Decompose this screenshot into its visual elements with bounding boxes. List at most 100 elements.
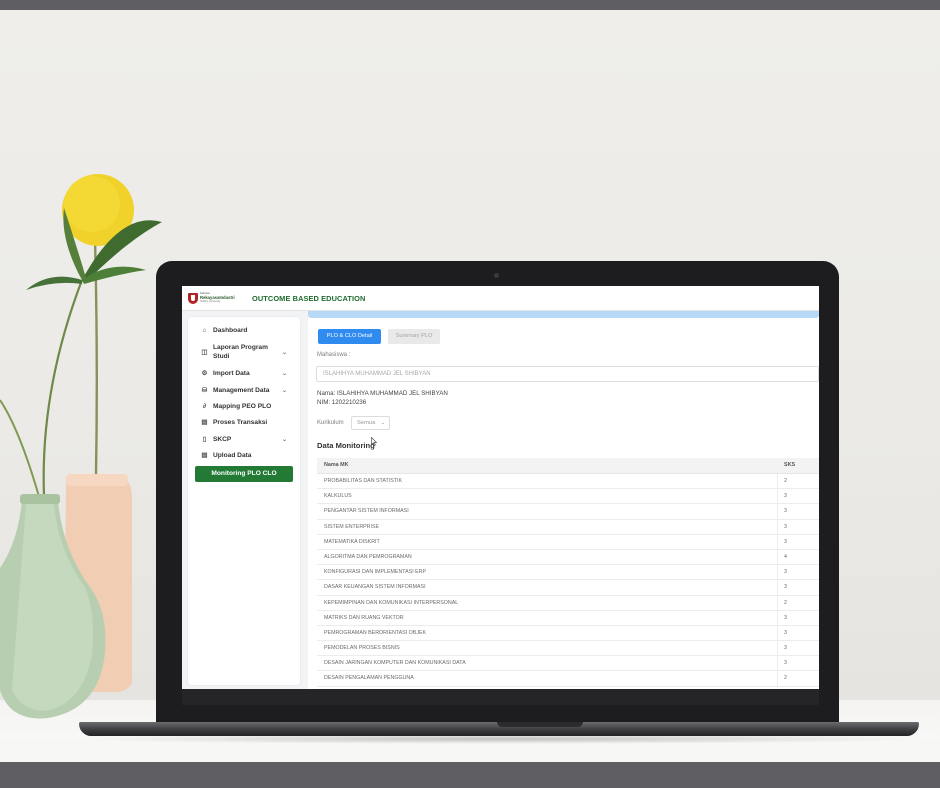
sidebar-item-mapping-peo-plo[interactable]: ∂ Mapping PEO PLO [195, 403, 293, 412]
column-divider [777, 489, 778, 504]
chevron-down-icon: ⌄ [281, 371, 287, 377]
sidebar-item-proses-transaksi[interactable]: ▤ Proses Transaksi [195, 419, 293, 428]
sidebar-item-upload-data[interactable]: ▤ Upload Data [195, 452, 293, 461]
cell-sks: 2 [784, 478, 787, 484]
upload-icon: ▤ [201, 452, 208, 459]
top-navbar: Fakultas RekayasaIndustri Telkom Univers… [182, 286, 819, 311]
cell-sks: 3 [784, 493, 787, 500]
column-divider [777, 671, 778, 686]
column-divider [777, 534, 778, 549]
laptop-base [79, 722, 919, 736]
sidebar: ⌂ Dashboard ◫ Laporan Program Studi ⌄ ⚙ … [188, 317, 300, 685]
table-row[interactable]: KEPEMIMPINAN DAN KOMUNIKASI INTERPERSONA… [317, 595, 819, 611]
cell-nama-mk: DASAR KEUANGAN SISTEM INFORMASI [324, 584, 426, 591]
table-row[interactable]: PROBABILITAS DAN STATISTIK 2 [317, 474, 819, 490]
cell-nama-mk: MATRIKS DAN RUANG VEKTOR [324, 614, 404, 621]
document-icon: ▤ [201, 419, 208, 426]
cell-nama-mk: DESAIN PENGALAMAN PENGGUNA [324, 675, 414, 682]
column-header-sks[interactable]: SKS [784, 462, 795, 468]
link-icon: ∂ [202, 403, 207, 410]
report-icon: ◫ [201, 349, 208, 356]
sidebar-item-label: Monitoring PLO CLO [211, 470, 277, 477]
table-row[interactable]: PENGANTAR SISTEM INFORMASI 3 [317, 504, 819, 520]
monitoring-table: Nama MK SKS PROBABILITAS DAN STATISTIK 2 K… [317, 458, 819, 687]
faculty-logo[interactable]: Fakultas RekayasaIndustri Telkom Univers… [188, 292, 246, 305]
cell-sks: 3 [784, 569, 787, 576]
camera-dot [494, 273, 499, 278]
cell-sks: 4 [784, 553, 787, 560]
table-row[interactable]: PEMROGRAMAN BERORIENTASI OBJEK 3 [317, 625, 819, 642]
kurikulum-label: Kurikulum [317, 420, 344, 426]
sidebar-item-label: Import Data [213, 370, 250, 377]
table-row[interactable]: SISTEM ENTERPRISE 3 [317, 519, 819, 535]
top-frame-band [0, 0, 940, 10]
mouse-cursor-icon [371, 437, 377, 446]
column-divider [777, 549, 778, 565]
chevron-down-icon: ⌄ [281, 388, 287, 394]
table-row[interactable]: ALGORITMA DAN PEMROGRAMAN 4 [317, 549, 819, 566]
column-divider [777, 610, 778, 625]
info-alert-strip [308, 311, 819, 318]
chevron-down-icon: ⌄ [281, 350, 287, 356]
tab-summary-plo[interactable]: Summary PLO [388, 329, 440, 344]
column-divider [777, 656, 778, 671]
sidebar-item-label: Dashboard [213, 327, 248, 334]
table-row[interactable]: DESAIN JARINGAN KOMPUTER DAN KOMUNIKASI … [317, 656, 819, 672]
sidebar-item-dashboard[interactable]: ⌂ Dashboard [195, 327, 293, 336]
bottom-frame-band [0, 762, 940, 788]
cell-sks: 3 [784, 614, 787, 621]
chevron-down-icon: ⌄ [281, 437, 287, 443]
sidebar-item-skcp[interactable]: ▯ SKCP ⌄ [195, 436, 293, 445]
section-title: Data Monitoring [317, 441, 375, 450]
table-row[interactable]: KONFIGURASI DAN IMPLEMENTASI ERP 3 [317, 565, 819, 581]
kurikulum-select[interactable]: Semua ⌄ [351, 416, 390, 430]
cell-sks: 2 [784, 675, 787, 682]
table-row[interactable]: PEMODELAN PROSES BISNIS 3 [317, 641, 819, 657]
leaf-stem [42, 279, 84, 497]
cell-sks: 3 [784, 629, 787, 636]
shield-logo-icon [188, 293, 198, 304]
sidebar-item-label: Proses Transaksi [213, 419, 268, 426]
cell-sks: 3 [784, 508, 787, 515]
column-divider [777, 504, 778, 519]
cell-sks: 3 [784, 584, 787, 591]
table-row[interactable]: KALKULUS 3 [317, 489, 819, 505]
sidebar-item-monitoring-plo-clo[interactable]: Monitoring PLO CLO [195, 466, 293, 482]
logo-line-3: Telkom University [200, 300, 221, 303]
column-divider [777, 595, 778, 610]
cell-nama-mk: DESAIN JARINGAN KOMPUTER DAN KOMUNIKASI … [324, 660, 466, 667]
table-row[interactable]: MATRIKS DAN RUANG VEKTOR 3 [317, 610, 819, 626]
sidebar-item-import-data[interactable]: ⚙ Import Data ⌄ [195, 370, 293, 379]
table-row[interactable]: DESAIN PENGALAMAN PENGGUNA 2 [317, 671, 819, 687]
table-row[interactable]: MATEMATIKA DISKRIT 3 [317, 534, 819, 550]
database-icon: ⛁ [201, 387, 208, 394]
cell-nama-mk: SISTEM ENTERPRISE [324, 523, 380, 530]
table-body: PROBABILITAS DAN STATISTIK 2 KALKULUS 3 PENG… [317, 474, 819, 687]
flower-vase-decoration [0, 174, 162, 719]
cell-nama-mk: PENGANTAR SISTEM INFORMASI [324, 508, 409, 515]
cell-sks: 2 [784, 599, 787, 606]
column-divider [777, 580, 778, 595]
mahasiswa-label: Mahasiswa : [317, 352, 351, 358]
mahasiswa-input[interactable]: ISLAHIHYA MUHAMMAD JEL SHIBYAN [316, 366, 819, 382]
table-row[interactable]: DASAR KEUANGAN SISTEM INFORMASI 3 [317, 580, 819, 596]
file-icon: ▯ [202, 436, 207, 443]
sidebar-item-label: Management Data [213, 387, 270, 394]
student-name: Nama: ISLAHIHYA MUHAMMAD JEL SHIBYAN [317, 390, 448, 397]
column-header-nama-mk[interactable]: Nama MK [324, 462, 349, 468]
laptop-notch [497, 722, 583, 727]
tab-plo-clo-detail[interactable]: PLO & CLO Detail [318, 329, 381, 344]
cell-nama-mk: PROBABILITAS DAN STATISTIK [324, 478, 402, 484]
sidebar-item-management-data[interactable]: ⛁ Management Data ⌄ [195, 387, 293, 396]
cell-nama-mk: KALKULUS [324, 493, 352, 500]
screen-bezel-bottom [182, 689, 819, 705]
student-nim: NIM: 1202210236 [317, 399, 367, 406]
cell-nama-mk: KEPEMIMPINAN DAN KOMUNIKASI INTERPERSONA… [324, 599, 459, 606]
sidebar-item-label: Laporan Program Studi [213, 344, 268, 360]
column-divider [777, 565, 778, 580]
cell-nama-mk: PEMROGRAMAN BERORIENTASI OBJEK [324, 629, 427, 636]
cell-nama-mk: KONFIGURASI DAN IMPLEMENTASI ERP [324, 569, 427, 576]
import-icon: ⚙ [201, 370, 208, 377]
sidebar-item-laporan-program-studi[interactable]: ◫ Laporan Program Studi ⌄ [195, 344, 293, 362]
chevron-down-icon: ⌄ [380, 420, 385, 426]
